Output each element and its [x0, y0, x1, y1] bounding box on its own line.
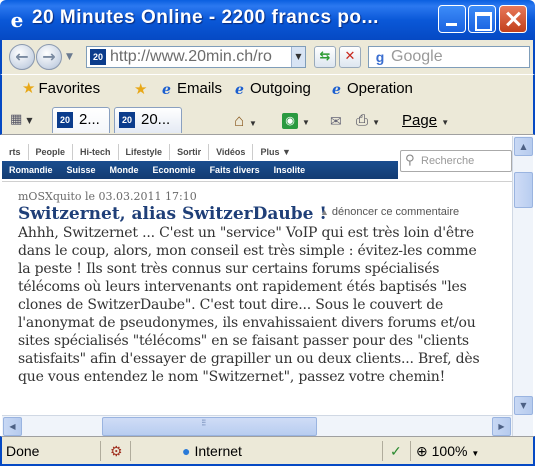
divider: [2, 181, 512, 182]
tab-active[interactable]: 20 2...: [52, 107, 110, 133]
divider: [410, 441, 411, 461]
site-nav-item[interactable]: Vidéos: [209, 144, 254, 160]
section-nav-item[interactable]: Suisse: [60, 161, 103, 179]
address-bar[interactable]: 20 http://www.20min.ch/ro ▼: [86, 46, 306, 68]
site-nav-item[interactable]: Plus ▼: [253, 144, 297, 160]
site-search-box[interactable]: ⚲ Recherche: [400, 150, 512, 172]
comment-meta: mOSXquito le 03.03.2011 17:10: [18, 190, 197, 203]
favorites-label: Favorites: [38, 80, 101, 97]
maximize-button[interactable]: [468, 5, 496, 33]
status-bar: Done ⚙ ● Internet ✓ ⊕ 100% ▼: [0, 436, 535, 466]
vertical-scrollbar[interactable]: ▲ ▼: [512, 136, 533, 436]
divider: [100, 441, 101, 461]
zoom-level: 100%: [431, 443, 468, 459]
zoom-control[interactable]: ⊕ 100% ▼: [416, 441, 479, 461]
security-zone-label: Internet: [194, 443, 242, 459]
tab-bar: ▦ ▼ 20 2... 20 20... ⌂ ▼ ◉ ▼ ✉ ⎙ ▼ Page …: [0, 103, 535, 135]
title-bar: e 20 Minutes Online - 2200 francs po...: [0, 0, 535, 40]
section-nav-item[interactable]: Economie: [146, 161, 203, 179]
page-viewport: rts People Hi-tech Lifestyle Sortir Vidéos Plu…: [2, 136, 512, 415]
search-input[interactable]: Google: [391, 48, 443, 66]
window-title: 20 Minutes Online - 2200 francs po...: [32, 7, 379, 28]
zoom-icon: ⊕: [416, 443, 428, 459]
tab-label: 20...: [141, 111, 171, 128]
site-nav-item[interactable]: Hi-tech: [73, 144, 119, 160]
favorites-button[interactable]: ★ Favorites: [22, 79, 100, 99]
home-icon[interactable]: ⌂ ▼: [234, 111, 257, 131]
site-nav-item[interactable]: People: [29, 144, 74, 160]
report-comment-link[interactable]: ▲ dénoncer ce commentaire: [320, 206, 459, 218]
scroll-up-button[interactable]: ▲: [514, 137, 533, 156]
address-dropdown-icon[interactable]: ▼: [291, 47, 305, 67]
comment-title: Switzernet, alias SwitzerDaube !: [18, 204, 327, 224]
back-button[interactable]: ←: [9, 44, 35, 70]
site-nav-item[interactable]: rts: [2, 144, 29, 160]
protected-mode-icon: ✓: [390, 443, 402, 459]
add-favorite-icon[interactable]: ★: [134, 79, 147, 99]
favorites-bar: ★ Favorites ★ e Emails e Outgoing e Operatio…: [0, 74, 535, 103]
section-nav-item[interactable]: Monde: [103, 161, 146, 179]
globe-icon: ●: [182, 443, 191, 459]
stop-button[interactable]: ✕: [339, 46, 361, 68]
ie-page-icon: e: [235, 82, 244, 98]
site-favicon-icon: 20: [90, 49, 106, 65]
feeds-dropdown-icon[interactable]: ▼: [302, 111, 310, 131]
horizontal-scroll-thumb[interactable]: [102, 417, 317, 436]
privacy-icon[interactable]: ⚙: [110, 441, 123, 461]
vertical-scroll-thumb[interactable]: [514, 172, 533, 208]
feeds-icon[interactable]: ◉: [282, 113, 298, 129]
google-search-icon: g: [375, 49, 385, 65]
close-button[interactable]: [499, 5, 527, 33]
favorites-star-icon: ★: [22, 80, 36, 97]
quick-tabs-icon[interactable]: ▦ ▼: [10, 109, 40, 131]
divider: [382, 441, 383, 461]
tab-second[interactable]: 20 20...: [114, 107, 182, 133]
section-nav-item[interactable]: Romandie: [2, 161, 60, 179]
search-box[interactable]: g Google: [368, 46, 530, 68]
favorite-link-operation[interactable]: e Operation: [329, 79, 413, 99]
warning-triangle-icon: ▲: [320, 207, 329, 217]
ie-page-icon: e: [332, 82, 341, 98]
favorite-link-label: Outgoing: [250, 80, 311, 97]
favorite-link-label: Emails: [177, 80, 223, 97]
site-favicon-icon: 20: [119, 112, 135, 128]
search-icon: ⚲: [405, 153, 415, 168]
ie-page-icon: e: [162, 82, 171, 98]
recent-pages-dropdown-icon[interactable]: ▼: [66, 52, 73, 62]
scroll-right-button[interactable]: ▶: [492, 417, 511, 436]
minimize-button[interactable]: [438, 5, 466, 33]
zoom-dropdown-icon[interactable]: ▼: [471, 449, 479, 458]
mail-icon[interactable]: ✉: [330, 111, 342, 131]
comment-body: Ahhh, Switzernet ... C'est un "service" …: [18, 225, 480, 385]
status-text: Done: [6, 443, 40, 459]
favorite-link-label: Operation: [347, 80, 413, 97]
ie-logo-icon: e: [10, 8, 24, 32]
divider: [130, 441, 131, 461]
scroll-down-button[interactable]: ▼: [514, 396, 533, 415]
site-nav-item[interactable]: Lifestyle: [119, 144, 171, 160]
security-zone[interactable]: ● Internet: [182, 441, 242, 461]
refresh-button[interactable]: ⇆: [314, 46, 336, 68]
favorite-link-outgoing[interactable]: e Outgoing: [232, 79, 311, 99]
section-nav-item[interactable]: Faits divers: [203, 161, 267, 179]
site-section-nav: Romandie Suisse Monde Economie Faits divers I…: [2, 161, 398, 179]
horizontal-scrollbar[interactable]: ◀ ▶: [2, 415, 512, 436]
section-nav-item[interactable]: Insolite: [267, 161, 313, 179]
report-comment-label: dénoncer ce commentaire: [331, 206, 460, 218]
navigation-bar: ← → ▼ 20 http://www.20min.ch/ro ▼ ⇆ ✕ g …: [0, 40, 535, 74]
address-url[interactable]: http://www.20min.ch/ro: [110, 48, 272, 66]
site-favicon-icon: 20: [57, 112, 73, 128]
page-menu[interactable]: Page ▼: [402, 111, 449, 131]
print-icon[interactable]: ⎙ ▼: [356, 111, 380, 131]
scroll-left-button[interactable]: ◀: [3, 417, 22, 436]
tab-label: 2...: [79, 111, 100, 128]
forward-button[interactable]: →: [36, 44, 62, 70]
site-search-input[interactable]: Recherche: [421, 155, 474, 167]
page-menu-label: Page: [402, 112, 438, 129]
favorite-link-emails[interactable]: e Emails: [159, 79, 222, 99]
site-nav-item[interactable]: Sortir: [170, 144, 210, 160]
site-top-nav: rts People Hi-tech Lifestyle Sortir Vidéos Plu…: [2, 144, 298, 160]
